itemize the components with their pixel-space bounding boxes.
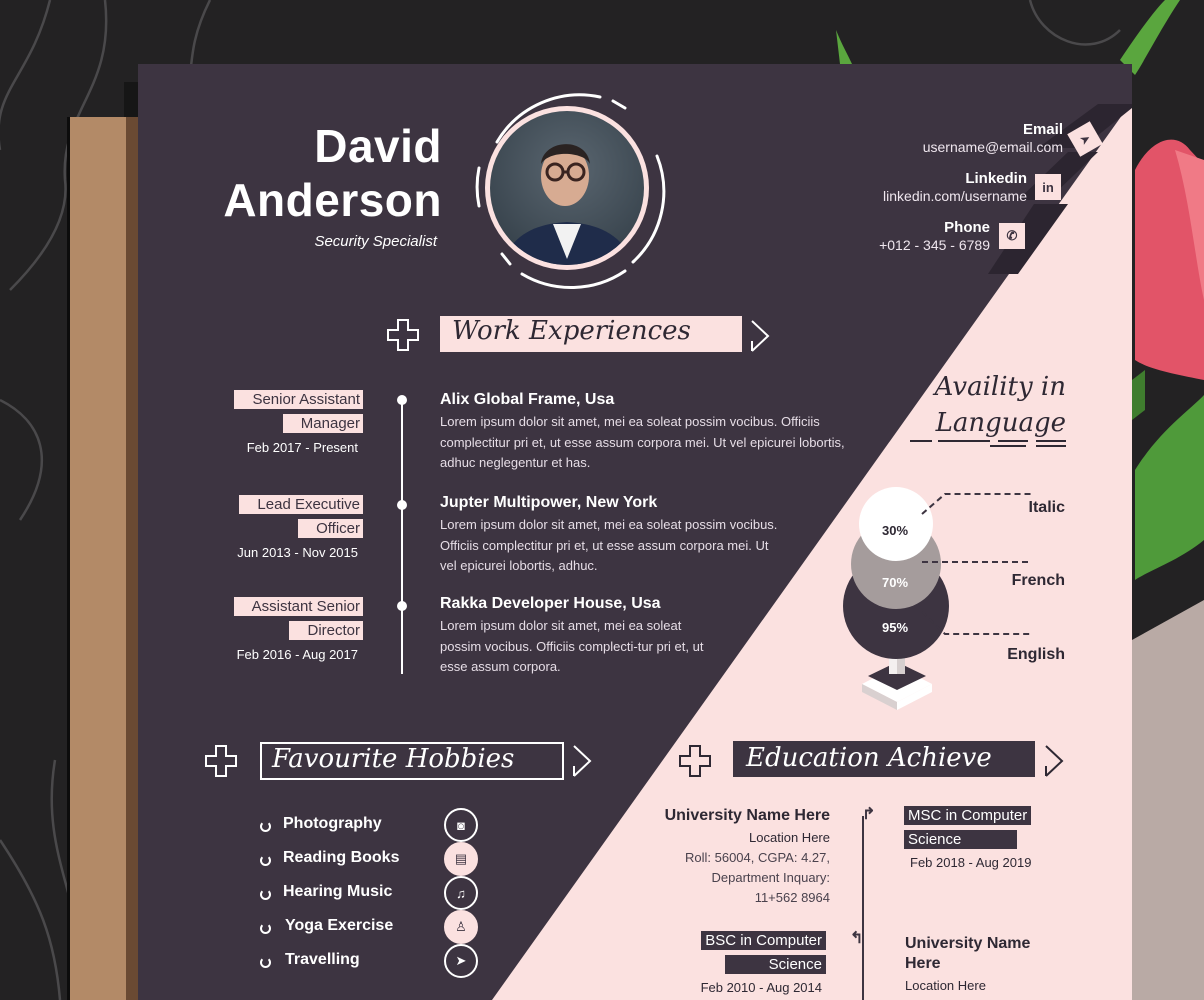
university-details: Roll: 56004, CGPA: 4.27, [684, 850, 830, 865]
job-date: Jun 2013 - Nov 2015 [237, 545, 358, 560]
degree-date: Feb 2018 - Aug 2019 [910, 855, 1032, 870]
job-title-line2: Director [289, 621, 363, 640]
job-title-line2: Manager [282, 414, 363, 433]
resume-page: David Anderson Security Specialist Email… [138, 64, 1132, 1000]
degree-title: Science [724, 955, 826, 974]
arrow-right-icon [1045, 745, 1064, 777]
italic-percent: 30% [882, 523, 909, 538]
education-section-title: Education Achieve [746, 743, 992, 773]
hobby-item: Photography [283, 815, 382, 832]
job-title-line1: Lead Executive [239, 495, 363, 514]
university-name: University Name Here [664, 807, 830, 824]
hobby-bullet-icon [260, 889, 271, 900]
book-icon: ▤ [444, 842, 478, 876]
hobby-bullet-icon [260, 957, 271, 968]
arrow-right-icon [573, 745, 592, 777]
hobbies-section-title: Favourite Hobbies [272, 744, 515, 774]
contact-linkedin-label: Linkedin [965, 170, 1027, 187]
education-timeline-line [862, 816, 864, 1000]
job-role: Security Specialist [314, 233, 437, 250]
job-date: Feb 2017 - Present [246, 440, 358, 455]
university-name: Here [905, 955, 941, 972]
stone-surface [1132, 600, 1204, 1000]
university-details: Department Inquary: [711, 870, 830, 885]
university-details: 11+562 8964 [754, 890, 830, 905]
job-company: Rakka Developer House, Usa [440, 595, 661, 612]
language-french-label: French [1011, 572, 1065, 589]
plus-icon [679, 745, 711, 777]
name-last: Anderson [223, 174, 442, 226]
phone-icon: ✆ [999, 223, 1025, 249]
arrow-right-icon [751, 320, 770, 352]
contact-email-value[interactable]: username@email.com [923, 139, 1063, 155]
timeline-dot [397, 601, 407, 611]
job-description: Lorem ipsum dolor sit amet, mei ea solea… [440, 517, 778, 573]
arrow-right-turn-icon: ↱ [862, 806, 876, 823]
language-title-line1: Availity in [934, 372, 1066, 402]
university-name: University Name [905, 935, 1031, 952]
degree-title: MSC in Computer [904, 806, 1032, 825]
job-date: Feb 2016 - Aug 2017 [236, 647, 358, 662]
job-description: Lorem ipsum dolor sit amet, mei ea solea… [440, 414, 845, 470]
english-percent: 95% [882, 620, 909, 635]
job-company: Jupter Multipower, New York [440, 494, 658, 511]
paper-plane-icon: ➤ [444, 944, 478, 978]
language-title-underline [910, 440, 1066, 447]
contact-phone-label: Phone [944, 219, 990, 236]
timeline-dot [397, 395, 407, 405]
arrow-left-turn-icon: ↰ [850, 930, 864, 947]
hobby-bullet-icon [260, 855, 271, 866]
contact-linkedin-value[interactable]: linkedin.com/username [883, 188, 1027, 204]
music-note-icon: ♫ [444, 876, 478, 910]
plus-icon [387, 319, 419, 351]
linkedin-icon: in [1035, 174, 1061, 200]
hobby-item: Hearing Music [283, 883, 393, 900]
yoga-icon: ♙ [444, 910, 478, 944]
job-description: Lorem ipsum dolor sit amet, mei ea solea… [440, 618, 704, 674]
degree-title: BSC in Computer [701, 931, 826, 950]
work-section-title: Work Experiences [452, 316, 691, 346]
hobby-bullet-icon [260, 923, 271, 934]
degree-date: Feb 2010 - Aug 2014 [700, 980, 822, 995]
plus-icon [205, 745, 237, 777]
degree-title: Science [904, 830, 1018, 849]
hobby-item: Yoga Exercise [285, 917, 394, 934]
hobby-item: Travelling [285, 951, 360, 968]
job-title-line1: Assistant Senior [233, 597, 363, 616]
contact-phone-value[interactable]: +012 - 345 - 6789 [879, 237, 990, 253]
language-chart [843, 487, 1032, 710]
university-location: Location Here [905, 978, 986, 993]
profile-photo-frame [475, 93, 666, 289]
work-timeline-line [401, 398, 403, 674]
name-first: David [314, 120, 442, 172]
hobby-bullet-icon [260, 821, 271, 832]
profile-photo [490, 111, 644, 265]
job-title-line1: Senior Assistant [234, 390, 363, 409]
timeline-dot [397, 500, 407, 510]
language-english-label: English [1007, 646, 1065, 663]
contact-email-label: Email [1022, 121, 1063, 138]
language-italic-label: Italic [1028, 499, 1065, 516]
french-percent: 70% [882, 575, 909, 590]
camera-icon: ◙ [444, 808, 478, 842]
language-title-line2: Language [935, 408, 1066, 438]
job-title-line2: Officer [298, 519, 363, 538]
job-company: Alix Global Frame, Usa [440, 391, 615, 408]
university-location: Location Here [749, 830, 830, 845]
hobby-item: Reading Books [283, 849, 400, 866]
